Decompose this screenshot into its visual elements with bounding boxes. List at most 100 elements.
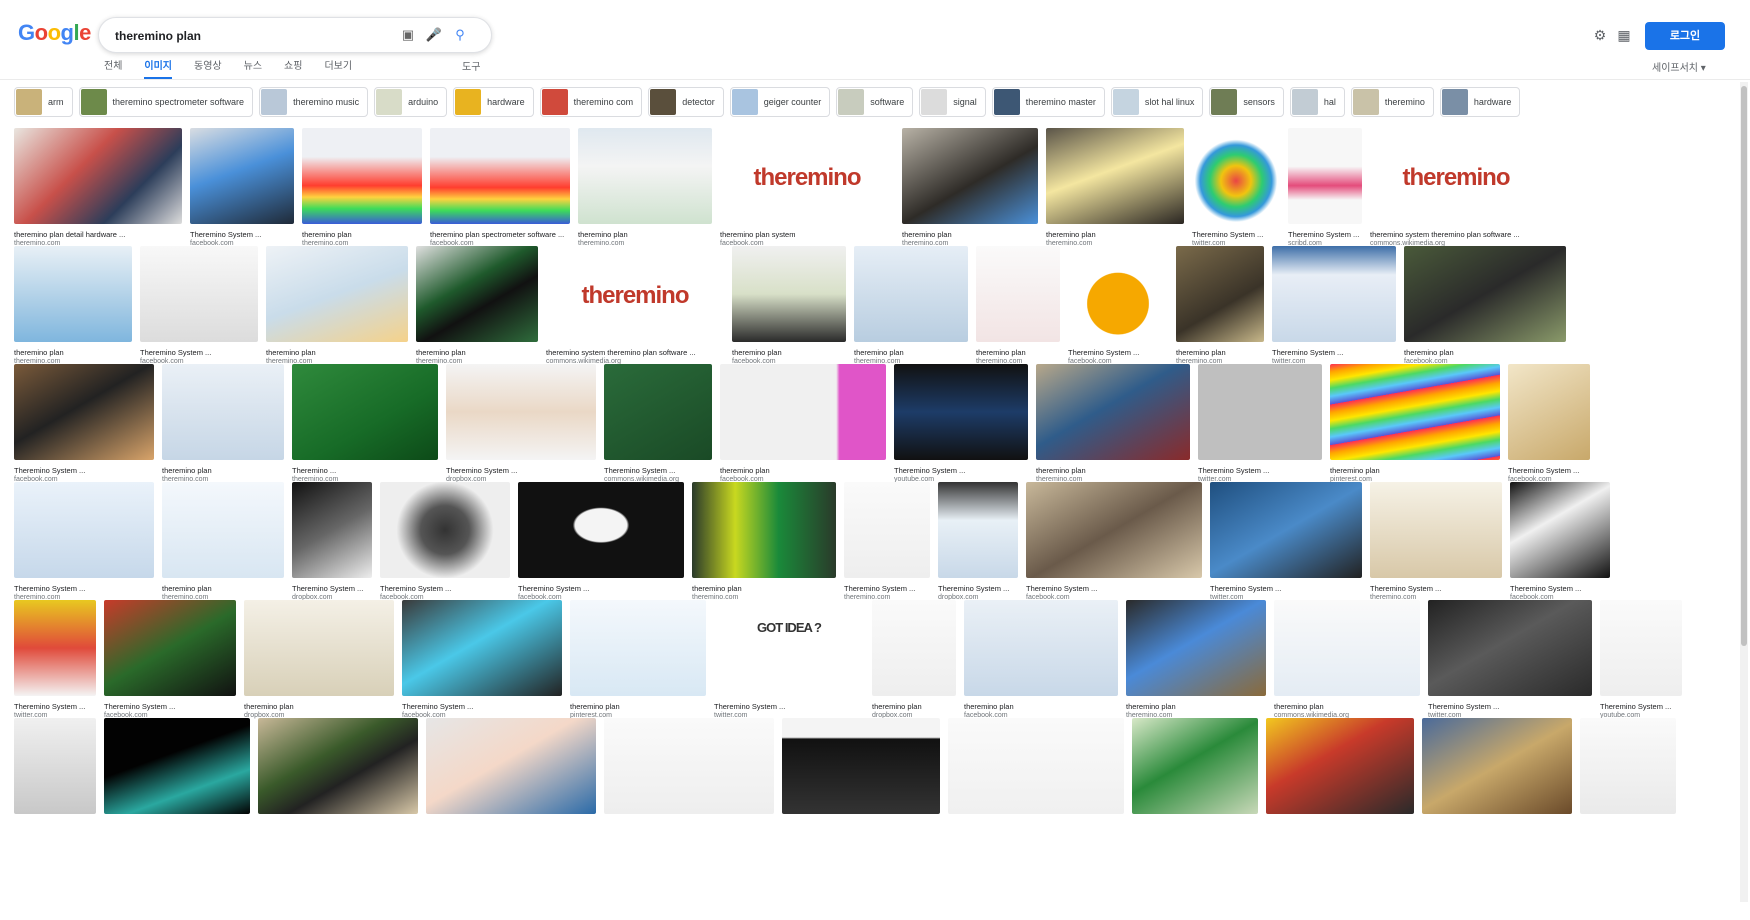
image-result[interactable]: Theremino System ... twitter.com [1198, 364, 1322, 486]
image-result[interactable]: Theremino System ... twitter.com [14, 600, 96, 722]
result-caption[interactable]: Theremino System ... [894, 466, 1028, 475]
image-result[interactable]: Theremino System ... twitter.com [1428, 600, 1592, 722]
result-caption[interactable]: theremino plan [266, 348, 408, 357]
image-result[interactable]: GOT IDEA ? Theremino System ... twitter.co… [714, 600, 864, 722]
result-thumbnail[interactable] [964, 600, 1118, 696]
result-thumbnail[interactable] [1404, 246, 1566, 342]
result-caption[interactable]: theremino plan [302, 230, 422, 239]
related-chip[interactable]: theremino com [539, 87, 643, 117]
result-caption[interactable]: Theremino System ... [292, 584, 372, 593]
result-thumbnail[interactable] [1176, 246, 1264, 342]
result-thumbnail[interactable] [902, 128, 1038, 224]
result-thumbnail[interactable] [266, 246, 408, 342]
image-result[interactable]: theremino theremino system theremino plan… [546, 246, 724, 368]
image-result[interactable]: theremino plan theremino.com [302, 128, 422, 250]
result-thumbnail[interactable] [844, 482, 930, 578]
image-result[interactable]: Theremino System ... facebook.com [140, 246, 258, 368]
image-result[interactable] [104, 718, 250, 840]
result-thumbnail[interactable] [1266, 718, 1414, 814]
apps-grid-icon[interactable]: ▦ [1614, 25, 1634, 45]
result-caption[interactable]: theremino plan [14, 348, 132, 357]
result-thumbnail[interactable] [782, 718, 940, 814]
result-caption[interactable]: theremino system theremino plan software… [1370, 230, 1542, 239]
result-thumbnail[interactable]: theremino [720, 128, 894, 224]
result-thumbnail[interactable] [732, 246, 846, 342]
result-thumbnail[interactable] [1026, 482, 1202, 578]
settings-gear-icon[interactable]: ⚙ [1590, 25, 1610, 45]
image-result[interactable]: theremino theremino plan system facebook.c… [720, 128, 894, 250]
image-result[interactable]: theremino plan theremino.com [976, 246, 1060, 368]
result-thumbnail[interactable] [14, 364, 154, 460]
image-result[interactable]: Theremino System ... facebook.com [518, 482, 684, 604]
result-thumbnail[interactable] [426, 718, 596, 814]
result-thumbnail[interactable] [948, 718, 1124, 814]
result-caption[interactable]: Theremino ... [292, 466, 438, 475]
image-result[interactable] [948, 718, 1124, 840]
result-caption[interactable]: theremino plan [1330, 466, 1500, 475]
image-result[interactable]: theremino plan dropbox.com [872, 600, 956, 722]
result-thumbnail[interactable] [430, 128, 570, 224]
image-result[interactable]: theremino plan theremino.com [854, 246, 968, 368]
result-caption[interactable]: theremino plan spectrometer software ... [430, 230, 570, 239]
result-thumbnail[interactable] [292, 364, 438, 460]
image-result[interactable]: Theremino System ... theremino.com [1370, 482, 1502, 604]
image-result[interactable]: theremino plan pinterest.com [570, 600, 706, 722]
result-caption[interactable]: Theremino System ... [1428, 702, 1592, 711]
related-chip[interactable]: hardware [453, 87, 534, 117]
image-result[interactable]: Theremino System ... twitter.com [1210, 482, 1362, 604]
result-thumbnail[interactable] [518, 482, 684, 578]
image-result[interactable]: Theremino ... theremino.com [292, 364, 438, 486]
result-caption[interactable]: theremino plan [976, 348, 1060, 357]
result-thumbnail[interactable] [14, 482, 154, 578]
result-thumbnail[interactable] [104, 600, 236, 696]
image-result[interactable]: theremino plan theremino.com [162, 482, 284, 604]
result-thumbnail[interactable] [720, 364, 886, 460]
result-thumbnail[interactable] [1508, 364, 1590, 460]
result-caption[interactable]: theremino plan [732, 348, 846, 357]
result-thumbnail[interactable] [1330, 364, 1500, 460]
image-result[interactable]: theremino plan theremino.com [902, 128, 1038, 250]
result-thumbnail[interactable] [570, 600, 706, 696]
tab-5[interactable]: 더보기 [324, 57, 352, 75]
result-thumbnail[interactable] [1036, 364, 1190, 460]
result-thumbnail[interactable] [244, 600, 394, 696]
result-thumbnail[interactable] [14, 718, 96, 814]
image-result[interactable] [1132, 718, 1258, 840]
result-thumbnail[interactable] [938, 482, 1018, 578]
result-caption[interactable]: Theremino System ... [380, 584, 510, 593]
image-result[interactable]: Theremino System ... youtube.com [894, 364, 1028, 486]
image-result[interactable]: Theremino System ... facebook.com [402, 600, 562, 722]
result-caption[interactable]: Theremino System ... [1068, 348, 1168, 357]
image-result[interactable]: theremino plan dropbox.com [244, 600, 394, 722]
image-result[interactable]: Theremino System ... facebook.com [380, 482, 510, 604]
result-thumbnail[interactable] [976, 246, 1060, 342]
result-caption[interactable]: Theremino System ... [1508, 466, 1590, 475]
image-result[interactable]: theremino plan theremino.com [692, 482, 836, 604]
search-icon[interactable]: ⚲ [451, 26, 469, 44]
result-thumbnail[interactable] [872, 600, 956, 696]
related-chip[interactable]: hardware [1439, 87, 1521, 117]
result-caption[interactable]: theremino plan [1176, 348, 1264, 357]
tab-3[interactable]: 뉴스 [244, 57, 262, 75]
image-result[interactable]: Theremino System ... theremino.com [14, 482, 154, 604]
image-result[interactable]: Theremino System ... scribd.com [1288, 128, 1362, 250]
result-thumbnail[interactable] [1600, 600, 1682, 696]
image-result[interactable]: theremino plan facebook.com [1404, 246, 1566, 368]
result-thumbnail[interactable] [578, 128, 712, 224]
result-caption[interactable]: Theremino System ... [14, 466, 154, 475]
result-thumbnail[interactable] [14, 246, 132, 342]
result-thumbnail[interactable] [1210, 482, 1362, 578]
result-thumbnail[interactable] [14, 600, 96, 696]
result-caption[interactable]: Theremino System ... [518, 584, 684, 593]
image-result[interactable]: Theremino System ... dropbox.com [446, 364, 596, 486]
image-result[interactable]: Theremino System ... twitter.com [1192, 128, 1280, 250]
result-thumbnail[interactable] [1370, 482, 1502, 578]
related-chip[interactable]: theremino master [991, 87, 1105, 117]
image-result[interactable]: theremino plan theremino.com [14, 246, 132, 368]
result-caption[interactable]: theremino plan system [720, 230, 894, 239]
image-result[interactable]: Theremino System ... dropbox.com [938, 482, 1018, 604]
result-thumbnail[interactable] [1198, 364, 1322, 460]
image-result[interactable] [1266, 718, 1414, 840]
result-caption[interactable]: Theremino System ... [402, 702, 562, 711]
sign-in-button[interactable]: 로그인 [1645, 22, 1725, 50]
